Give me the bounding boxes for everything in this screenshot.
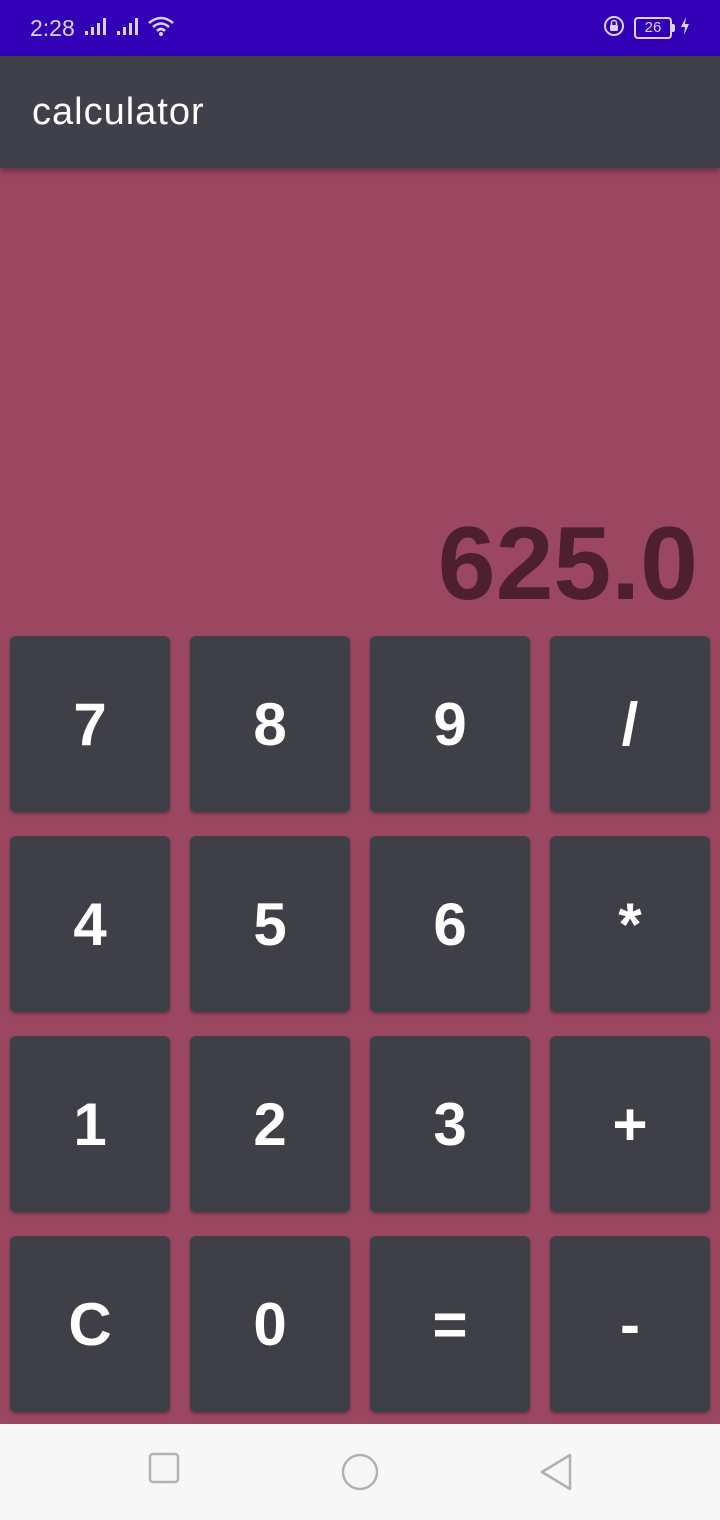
key-equals-button[interactable]: = [370,1236,530,1412]
key-digit-1-button[interactable]: 1 [10,1036,170,1212]
app-bar: calculator [0,56,720,168]
result-display: 625.0 [437,506,698,622]
battery-icon: 26 [634,17,675,39]
status-time: 2:28 [30,14,75,41]
key-digit-2-button[interactable]: 2 [190,1036,350,1212]
status-right: 26 [602,14,690,42]
signal-icon [115,16,139,40]
charging-icon [680,17,690,39]
back-icon[interactable] [538,1452,574,1496]
wifi-icon [147,15,175,41]
app-title: calculator [32,90,205,133]
key-clear-button[interactable]: C [10,1236,170,1412]
status-bar: 2:28 26 [0,0,720,56]
key-digit-7-button[interactable]: 7 [10,636,170,812]
key-digit-5-button[interactable]: 5 [190,836,350,1012]
key-digit-8-button[interactable]: 8 [190,636,350,812]
key-digit-3-button[interactable]: 3 [370,1036,530,1212]
key-digit-4-button[interactable]: 4 [10,836,170,1012]
signal-icon [83,16,107,40]
key-digit-9-button[interactable]: 9 [370,636,530,812]
navigation-bar [0,1424,720,1520]
status-left: 2:28 [30,15,175,42]
key-multiply-button[interactable]: * [550,836,710,1012]
key-subtract-button[interactable]: - [550,1236,710,1412]
rotation-lock-icon [602,14,626,42]
key-digit-6-button[interactable]: 6 [370,836,530,1012]
key-digit-0-button[interactable]: 0 [190,1236,350,1412]
key-divide-button[interactable]: / [550,636,710,812]
home-icon[interactable] [340,1452,380,1496]
battery-level: 26 [644,19,662,36]
recents-icon[interactable] [148,1452,180,1488]
key-add-button[interactable]: + [550,1036,710,1212]
